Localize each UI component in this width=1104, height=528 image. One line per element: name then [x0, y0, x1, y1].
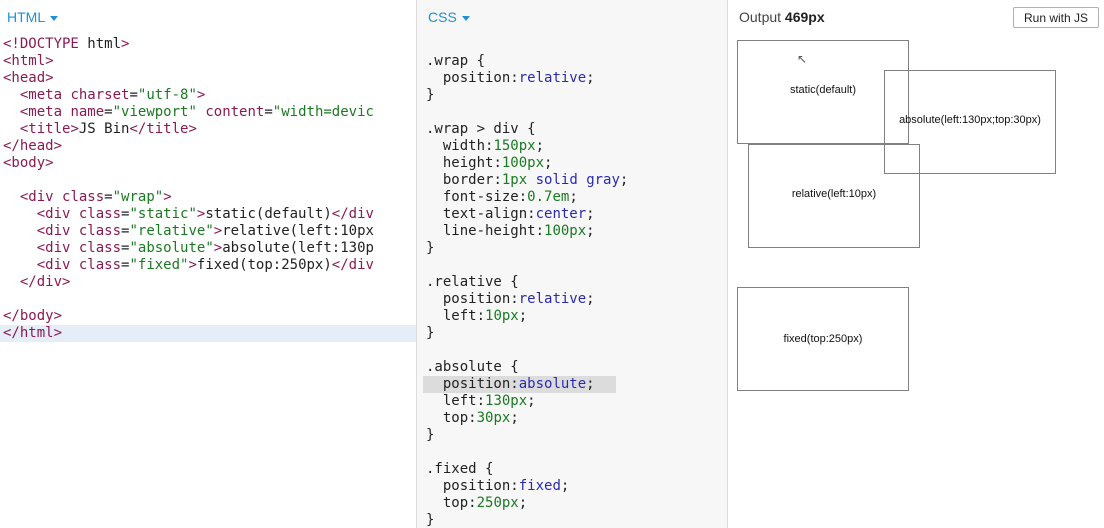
relative-box-label: relative(left:10px)	[791, 188, 877, 200]
run-with-js-button[interactable]: Run with JS	[1013, 7, 1099, 28]
fixed-box-label: fixed(top:250px)	[783, 333, 863, 345]
css-code-line: position:fixed;	[442, 478, 570, 494]
css-code-editor[interactable]: .wrap { position:relative;} .wrap > div …	[423, 53, 727, 528]
html-code-line	[0, 291, 416, 308]
css-code-line: left:10px;	[442, 308, 528, 324]
html-code-line: <div class="static">static(default)</div	[36, 206, 374, 222]
html-code-line: </head>	[3, 138, 63, 154]
css-code-line: line-height:100px;	[442, 223, 595, 239]
css-code-line: left:130px;	[442, 393, 536, 409]
output-title: Output 469px	[739, 9, 825, 25]
css-code-line: width:150px;	[442, 138, 545, 154]
css-code-line: .relative {	[426, 274, 519, 290]
css-panel-dropdown[interactable]: CSS	[428, 9, 470, 25]
mouse-cursor-icon: ↖	[797, 52, 808, 66]
css-code-line: position:relative;	[442, 291, 595, 307]
html-code-line: <body>	[3, 155, 54, 171]
static-box-label: static(default)	[789, 84, 857, 96]
css-code-line: }	[426, 240, 435, 256]
html-code-line: <div class="wrap">	[19, 189, 172, 205]
html-code-line: <html>	[3, 53, 54, 69]
css-code-line: .wrap {	[426, 53, 486, 69]
css-code-line: .wrap > div {	[426, 121, 536, 137]
absolute-box-label: absolute(left:130px;top:30px)	[899, 114, 1041, 126]
css-code-line: .fixed {	[426, 461, 494, 477]
output-label: Output	[739, 9, 782, 25]
css-editor-panel: CSS .wrap { position:relative;} .wrap > …	[416, 0, 727, 528]
css-code-line: height:100px;	[442, 155, 553, 171]
html-code-editor[interactable]: <!DOCTYPE html> <html> <head> <meta charse…	[0, 36, 416, 342]
html-code-line: </div>	[19, 274, 71, 290]
css-code-line	[423, 342, 727, 359]
css-panel-title: CSS	[428, 9, 457, 25]
css-code-line	[423, 257, 727, 274]
css-code-line: }	[426, 427, 435, 443]
html-code-line: <div class="fixed">fixed(top:250px)</div	[36, 257, 374, 273]
css-code-line: text-align:center;	[442, 206, 595, 222]
css-code-line: position:absolute;	[423, 376, 616, 393]
html-panel-title: HTML	[7, 9, 46, 25]
html-code-line: <!DOCTYPE html>	[3, 36, 130, 52]
chevron-down-icon	[50, 15, 59, 21]
html-code-line: <div class="relative">relative(left:10px	[36, 223, 374, 239]
html-editor-panel: HTML <!DOCTYPE html> <html> <head> <meta c…	[0, 0, 416, 528]
html-code-line: </html>	[0, 325, 416, 342]
css-code-line: }	[426, 87, 435, 103]
html-code-line	[0, 172, 416, 189]
output-panel: Output 469px Run with JS static(default)…	[727, 0, 1104, 528]
html-code-line: <meta charset="utf-8">	[19, 87, 206, 103]
css-code-line: position:relative;	[442, 70, 595, 86]
css-code-line: }	[426, 512, 435, 528]
css-code-line	[423, 104, 727, 121]
html-code-line: <meta name="viewport" content="width=dev…	[19, 104, 374, 120]
css-code-line: top:30px;	[442, 410, 519, 426]
css-code-line: border:1px solid gray;	[442, 172, 629, 188]
css-code-line: top:250px;	[442, 495, 528, 511]
html-code-line: <head>	[3, 70, 54, 86]
html-code-line: <title>JS Bin</title>	[19, 121, 197, 137]
css-code-line: }	[426, 325, 435, 341]
html-panel-dropdown[interactable]: HTML	[7, 9, 59, 25]
html-code-line: </body>	[3, 308, 63, 324]
relative-box: relative(left:10px)	[748, 144, 920, 248]
css-code-line: font-size:0.7em;	[442, 189, 578, 205]
css-code-line	[423, 444, 727, 461]
output-width: 469px	[784, 9, 825, 25]
fixed-box: fixed(top:250px)	[737, 287, 909, 391]
html-code-line: <div class="absolute">absolute(left:130p	[36, 240, 374, 256]
chevron-down-icon	[461, 15, 470, 21]
css-code-line: .absolute {	[426, 359, 519, 375]
